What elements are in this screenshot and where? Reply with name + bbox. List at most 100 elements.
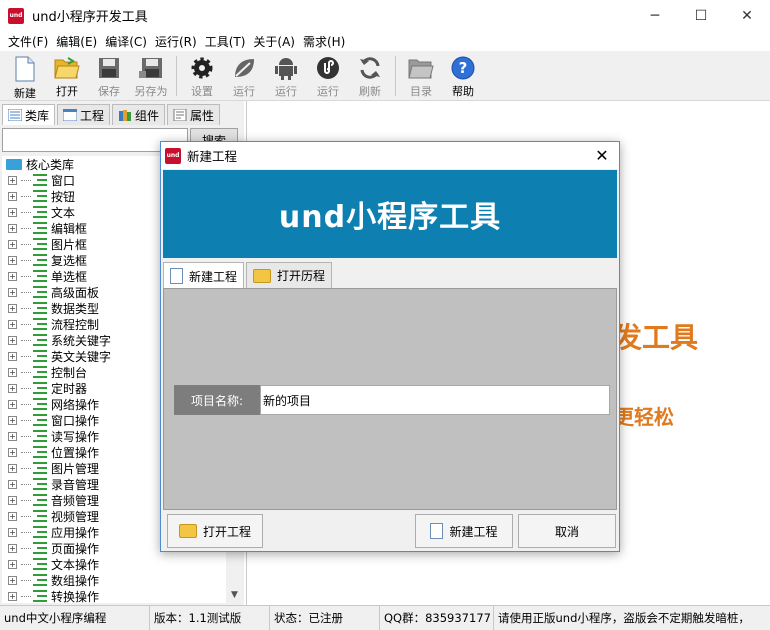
refresh-button[interactable]: 刷新	[349, 53, 391, 99]
tree-connector	[21, 323, 31, 325]
dialog-title: 新建工程	[187, 149, 238, 164]
class-item-icon	[33, 397, 47, 411]
save-as-button[interactable]: 另存为	[130, 53, 172, 99]
tab-components[interactable]: 组件	[112, 104, 166, 125]
close-button[interactable]: ✕	[724, 0, 770, 31]
tree-item[interactable]: + 转换操作	[2, 588, 226, 603]
menu-about[interactable]: 关于(A)	[249, 33, 299, 50]
expand-plus-icon[interactable]: +	[8, 319, 17, 329]
dialog-close-icon[interactable]: ✕	[591, 144, 613, 166]
new-button[interactable]: 新建	[4, 53, 46, 100]
expand-plus-icon[interactable]: +	[8, 239, 17, 249]
expand-plus-icon[interactable]: +	[8, 527, 17, 537]
menu-edit[interactable]: 编辑(E)	[52, 33, 101, 50]
class-item-icon	[33, 541, 47, 555]
expand-plus-icon[interactable]: +	[8, 335, 17, 345]
expand-plus-icon[interactable]: +	[8, 591, 17, 601]
expand-plus-icon[interactable]: +	[8, 463, 17, 473]
class-item-icon	[33, 557, 47, 571]
tree-connector	[21, 275, 31, 277]
expand-plus-icon[interactable]: +	[8, 447, 17, 457]
menu-tools[interactable]: 工具(T)	[201, 33, 250, 50]
tree-connector	[21, 563, 31, 565]
tree-item-label: 图片框	[51, 237, 88, 252]
expand-plus-icon[interactable]: +	[8, 559, 17, 569]
tab-open-history[interactable]: 打开历程	[246, 262, 333, 288]
properties-icon	[173, 109, 187, 121]
expand-plus-icon[interactable]: +	[8, 207, 17, 217]
open-label: 打开	[56, 84, 78, 98]
menu-run[interactable]: 运行(R)	[151, 33, 201, 50]
tree-item-label: 网络操作	[51, 397, 100, 412]
maximize-button[interactable]: ☐	[678, 0, 724, 31]
expand-plus-icon[interactable]: +	[8, 431, 17, 441]
expand-plus-icon[interactable]: +	[8, 511, 17, 521]
dialog-title-bar: und 新建工程 ✕	[161, 142, 619, 169]
cancel-button[interactable]: 取消	[518, 514, 616, 548]
expand-plus-icon[interactable]: +	[8, 351, 17, 361]
expand-plus-icon[interactable]: +	[8, 495, 17, 505]
expand-plus-icon[interactable]: +	[8, 543, 17, 553]
tree-item[interactable]: + 文本操作	[2, 556, 226, 572]
run-button-2[interactable]: 运行	[265, 53, 307, 99]
tree-connector	[21, 243, 31, 245]
tree-connector	[21, 419, 31, 421]
expand-plus-icon[interactable]: +	[8, 271, 17, 281]
class-item-icon	[33, 349, 47, 363]
open-folder-icon	[54, 56, 80, 80]
dialog-tabs: 新建工程 打开历程	[163, 262, 334, 289]
menu-file[interactable]: 文件(F)	[4, 33, 52, 50]
expand-plus-icon[interactable]: +	[8, 303, 17, 313]
menu-requirements[interactable]: 需求(H)	[299, 33, 349, 50]
tree-connector	[21, 227, 31, 229]
tab-project[interactable]: 工程	[57, 104, 111, 125]
run-label-2: 运行	[275, 84, 297, 98]
class-item-icon	[33, 493, 47, 507]
tab-new-project[interactable]: 新建工程	[163, 262, 245, 289]
expand-plus-icon[interactable]: +	[8, 367, 17, 377]
help-button[interactable]: ? 帮助	[442, 53, 484, 99]
expand-plus-icon[interactable]: +	[8, 383, 17, 393]
tab-properties[interactable]: 属性	[167, 104, 221, 125]
directory-label: 目录	[410, 84, 432, 98]
open-button[interactable]: 打开	[46, 53, 88, 99]
new-project-button[interactable]: 新建工程	[415, 514, 513, 548]
tree-item-label: 图片管理	[51, 461, 100, 476]
open-folder-icon	[253, 268, 272, 283]
scroll-down-arrow-icon[interactable]: ▼	[226, 586, 243, 603]
open-project-button[interactable]: 打开工程	[167, 514, 263, 548]
tree-connector	[21, 499, 31, 501]
tab-class-library[interactable]: 类库	[2, 104, 56, 125]
tree-connector	[21, 451, 31, 453]
directory-button[interactable]: 目录	[400, 53, 442, 99]
expand-plus-icon[interactable]: +	[8, 399, 17, 409]
minimize-button[interactable]: ─	[632, 0, 678, 31]
tree-item-label: 文本	[51, 205, 76, 220]
run-button-1[interactable]: 运行	[223, 53, 265, 99]
project-name-input[interactable]	[260, 385, 610, 415]
expand-plus-icon[interactable]: +	[8, 175, 17, 185]
tree-connector	[21, 179, 31, 181]
settings-button[interactable]: 设置	[181, 53, 223, 99]
tree-item-label: 单选框	[51, 269, 88, 284]
tree-connector	[21, 387, 31, 389]
expand-plus-icon[interactable]: +	[8, 191, 17, 201]
tree-item-label: 音频管理	[51, 493, 100, 508]
expand-plus-icon[interactable]: +	[8, 287, 17, 297]
tree-connector	[21, 259, 31, 261]
class-item-icon	[33, 381, 47, 395]
expand-plus-icon[interactable]: +	[8, 575, 17, 585]
tree-item[interactable]: + 数组操作	[2, 572, 226, 588]
run-button-3[interactable]: 运行	[307, 53, 349, 99]
save-button[interactable]: 保存	[88, 53, 130, 99]
title-bar: und und小程序开发工具 ─ ☐ ✕	[0, 0, 770, 31]
menu-compile[interactable]: 编译(C)	[101, 33, 151, 50]
help-icon: ?	[450, 56, 476, 80]
tree-connector	[21, 403, 31, 405]
expand-plus-icon[interactable]: +	[8, 223, 17, 233]
tree-item-label: 英文关键字	[51, 349, 112, 364]
refresh-icon	[357, 56, 383, 80]
expand-plus-icon[interactable]: +	[8, 415, 17, 425]
expand-plus-icon[interactable]: +	[8, 479, 17, 489]
expand-plus-icon[interactable]: +	[8, 255, 17, 265]
